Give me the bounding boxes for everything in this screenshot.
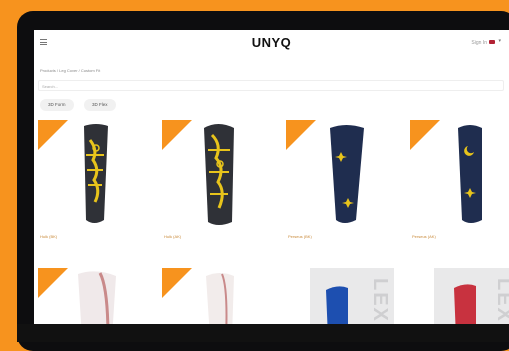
new-badge: [162, 268, 192, 298]
top-nav: UNYQ Sign In ▾: [34, 30, 509, 56]
product-card[interactable]: New Hulk (AK): [134, 117, 270, 245]
product-label[interactable]: Perseus (AK): [412, 234, 436, 239]
product-card[interactable]: New Hulk (BK): [38, 120, 146, 245]
filter-3d-flex[interactable]: 3D Flex: [84, 99, 116, 111]
breadcrumb[interactable]: Products / Leg Cover / Custom Fit: [40, 68, 100, 73]
new-badge: New: [134, 117, 192, 150]
product-card[interactable]: [162, 268, 270, 324]
product-label[interactable]: Perseus (BK): [288, 234, 312, 239]
product-label[interactable]: Hulk (BK): [40, 234, 57, 239]
product-card[interactable]: LEX: [286, 268, 394, 324]
new-badge: New: [382, 117, 440, 150]
search-input[interactable]: Search...: [38, 80, 504, 91]
brand-logo[interactable]: UNYQ: [34, 35, 509, 50]
filter-3d-form[interactable]: 3D Form: [40, 99, 74, 111]
search-placeholder: Search...: [42, 83, 59, 89]
leg-cover-red: [454, 284, 476, 324]
product-card[interactable]: New Perseus (AK): [382, 117, 509, 245]
product-card[interactable]: New Perseus (BK): [258, 117, 394, 245]
sign-in-link[interactable]: Sign In: [471, 40, 487, 46]
product-card[interactable]: LEX: [410, 268, 509, 324]
product-label[interactable]: Hulk (AK): [164, 234, 181, 239]
us-flag-icon[interactable]: [489, 40, 495, 44]
new-badge: New: [258, 117, 316, 150]
leg-cover-blue: [326, 286, 348, 324]
chevron-down-icon[interactable]: ▾: [498, 38, 501, 44]
new-badge: New: [38, 120, 68, 150]
laptop-base: [17, 324, 509, 342]
new-badge: [38, 268, 68, 298]
browser-screen: UNYQ Sign In ▾ Products / Leg Cover / Cu…: [34, 30, 509, 324]
product-card[interactable]: [38, 268, 146, 324]
